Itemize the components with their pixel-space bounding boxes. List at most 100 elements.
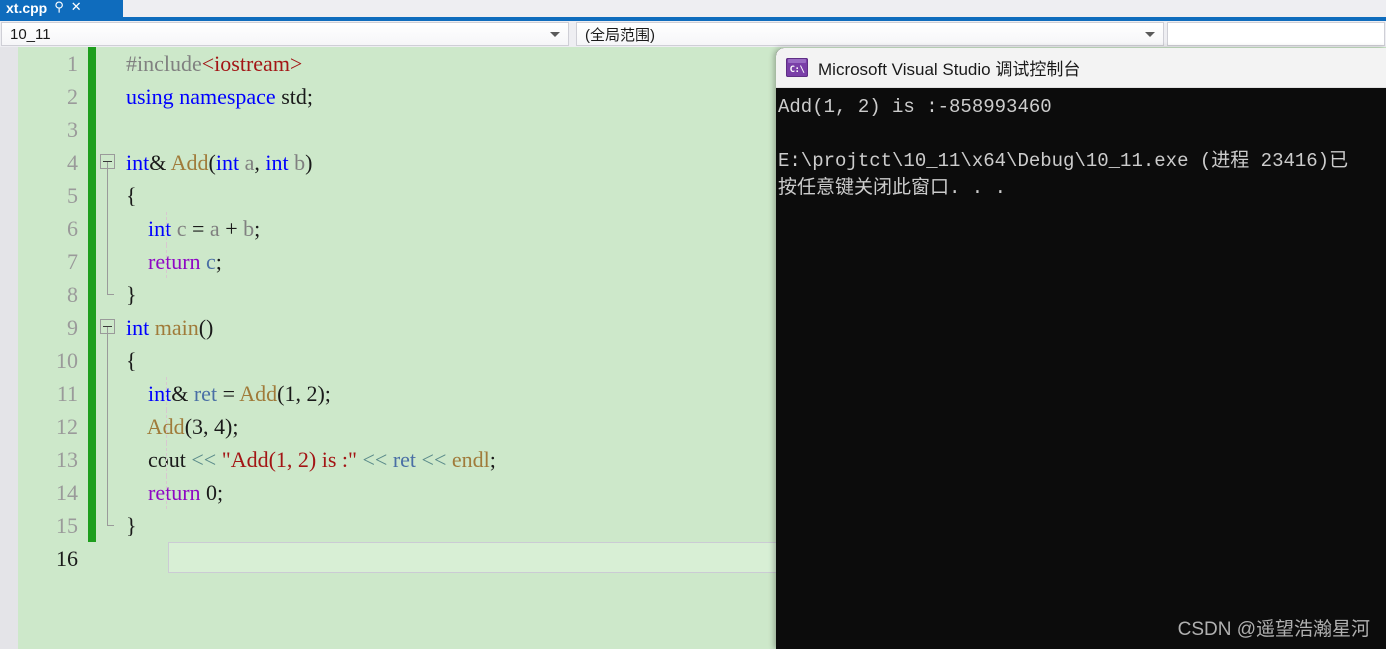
pin-icon[interactable]: ⚲ [54, 1, 64, 14]
fold-connector [107, 344, 108, 377]
line-number: 11 [56, 380, 78, 406]
code-token: endl [451, 447, 490, 472]
code-token: 4 [214, 414, 226, 439]
code-token: () [198, 315, 214, 340]
vs-screenshot: xt.cpp ⚲ ✕ 10_11 (全局范围) 1 #include<iostre… [0, 0, 1386, 649]
code-token: << [421, 447, 447, 472]
fold-connector [107, 410, 108, 443]
console-output[interactable]: Add(1, 2) is :-858993460 E:\projtct\10_11… [776, 88, 1386, 649]
indent-guide [166, 410, 167, 443]
fold-connector-end [107, 278, 114, 295]
editor-left-margin [0, 47, 18, 649]
line-number: 5 [67, 182, 78, 208]
code-token: 2 [306, 381, 318, 406]
fold-margin[interactable] [96, 476, 118, 509]
line-number: 7 [67, 248, 78, 274]
chevron-down-icon[interactable] [550, 32, 560, 37]
code-token: <iostream> [201, 51, 303, 76]
line-number: 12 [56, 413, 78, 439]
debug-console-window[interactable]: C:\ Microsoft Visual Studio 调试控制台 Add(1,… [776, 48, 1386, 649]
code-token: a [209, 216, 220, 241]
indent-guide [166, 245, 167, 278]
change-marker [88, 443, 96, 476]
fold-margin[interactable] [96, 245, 118, 278]
line-number: 9 [67, 314, 78, 340]
close-icon[interactable]: ✕ [71, 1, 82, 14]
code-token: ; [489, 447, 496, 472]
code-token: int [126, 315, 150, 340]
project-scope-dropdown[interactable]: 10_11 [1, 22, 569, 46]
fold-margin[interactable] [96, 179, 118, 212]
line-number: 14 [56, 479, 78, 505]
code-token: { [126, 183, 137, 208]
fold-connector-end [107, 509, 114, 526]
fold-margin[interactable] [96, 212, 118, 245]
indent-guide [166, 212, 167, 245]
document-tab-strip: xt.cpp ⚲ ✕ [0, 0, 1386, 17]
fold-margin[interactable] [96, 377, 118, 410]
fold-connector [107, 377, 108, 410]
console-icon-label: C:\ [789, 64, 805, 75]
fold-margin[interactable] [96, 509, 118, 542]
code-token: ; [254, 216, 261, 241]
code-token: 3 [192, 414, 204, 439]
line-number: 3 [67, 116, 78, 142]
line-number: 1 [67, 50, 78, 76]
code-token: 1 [284, 381, 296, 406]
code-token: + [219, 216, 244, 241]
fold-margin[interactable] [96, 443, 118, 476]
tab-xt-cpp[interactable]: xt.cpp ⚲ ✕ [0, 0, 123, 17]
chevron-down-icon[interactable] [1145, 32, 1155, 37]
fold-margin[interactable] [96, 542, 118, 575]
member-scope-dropdown[interactable]: (全局范围) [576, 22, 1164, 46]
line-number: 13 [56, 446, 78, 472]
code-token: 0 [206, 480, 218, 505]
code-token: } [126, 282, 137, 307]
change-marker [88, 410, 96, 443]
fold-connector [107, 179, 108, 212]
code-token: & [171, 381, 194, 406]
code-token: main [154, 315, 199, 340]
code-token: ret [392, 447, 417, 472]
console-icon: C:\ [786, 58, 808, 77]
change-marker [88, 278, 96, 311]
console-title-bar[interactable]: C:\ Microsoft Visual Studio 调试控制台 [776, 48, 1386, 88]
change-marker [88, 311, 96, 344]
fold-margin[interactable] [96, 311, 118, 344]
change-marker [88, 113, 96, 146]
code-token: std; [275, 84, 313, 109]
fold-margin[interactable] [96, 47, 118, 80]
fold-connector [107, 245, 108, 278]
fold-margin[interactable] [96, 410, 118, 443]
code-token: b [294, 150, 306, 175]
code-token: ( [208, 150, 216, 175]
code-token: ; [217, 480, 224, 505]
change-marker [88, 245, 96, 278]
code-token: int [215, 150, 240, 175]
fold-margin[interactable] [96, 278, 118, 311]
console-window-title: Microsoft Visual Studio 调试控制台 [818, 60, 1081, 79]
code-token: Add [170, 150, 209, 175]
third-scope-dropdown[interactable] [1167, 22, 1385, 46]
project-scope-value: 10_11 [10, 25, 51, 43]
console-icon-titlebar-decor [788, 59, 806, 63]
line-number: 6 [67, 215, 78, 241]
fold-connector [107, 476, 108, 509]
code-token: = [217, 381, 240, 406]
code-token: = [186, 216, 210, 241]
fold-margin[interactable] [96, 80, 118, 113]
code-token: ; [215, 249, 222, 274]
code-token: ); [225, 414, 239, 439]
fold-margin[interactable] [96, 146, 118, 179]
indent-guide [166, 443, 167, 476]
fold-margin[interactable] [96, 344, 118, 377]
code-token: b [243, 216, 255, 241]
code-token: ) [305, 150, 313, 175]
fold-margin[interactable] [96, 113, 118, 146]
fold-connector [107, 327, 108, 344]
